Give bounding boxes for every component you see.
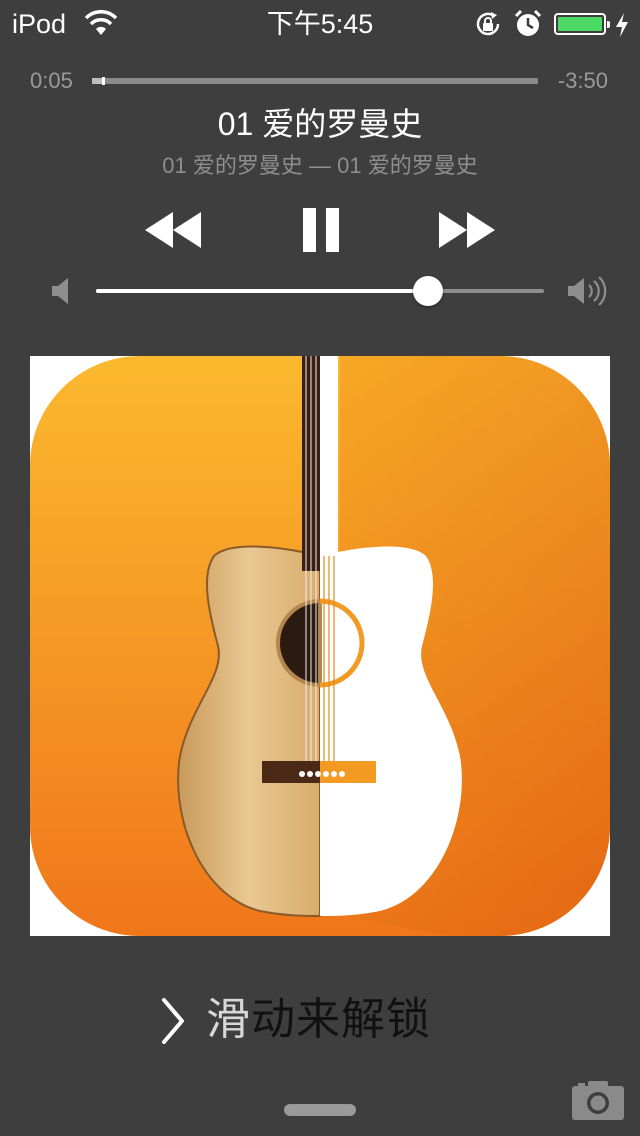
pause-icon: [303, 208, 339, 252]
battery-icon: [554, 13, 610, 35]
battery-nub: [607, 21, 610, 28]
next-track-button[interactable]: [434, 208, 500, 252]
unlock-label-rest: 动来解锁: [251, 995, 431, 1044]
volume-high-icon: [568, 276, 607, 306]
song-artist-album: 01 爱的罗曼史 — 01 爱的罗曼史: [162, 153, 478, 178]
progress-fill: [92, 78, 102, 84]
rewind-icon: [145, 212, 201, 248]
remaining-time: -3:50: [557, 68, 608, 93]
elapsed-time: 0:05: [30, 68, 73, 93]
volume-low-icon: [52, 278, 68, 304]
control-center-grabber[interactable]: [284, 1104, 356, 1116]
previous-track-button[interactable]: [140, 208, 206, 252]
battery-level: [558, 17, 602, 31]
volume-fill: [96, 289, 428, 293]
volume-knob[interactable]: [412, 276, 443, 306]
song-title: 01 爱的罗曼史: [217, 106, 423, 142]
fast-forward-icon: [439, 212, 495, 248]
volume-slider[interactable]: [96, 276, 544, 306]
progress-scrubber[interactable]: [92, 77, 538, 85]
rotation-lock-icon: [476, 12, 500, 36]
slide-to-unlock-label: 滑动来解锁: [206, 992, 431, 1048]
pause-button[interactable]: [296, 204, 346, 256]
progress-knob[interactable]: [101, 77, 105, 85]
status-time: 下午5:45: [266, 9, 374, 39]
alarm-icon: [514, 9, 542, 36]
album-artwork: [30, 356, 610, 936]
chevron-right-icon: [162, 998, 184, 1044]
camera-icon[interactable]: [570, 1078, 626, 1122]
charging-icon: [616, 13, 628, 37]
unlock-label-shine: 滑: [206, 995, 251, 1044]
guitar-app-icon: [30, 356, 610, 936]
